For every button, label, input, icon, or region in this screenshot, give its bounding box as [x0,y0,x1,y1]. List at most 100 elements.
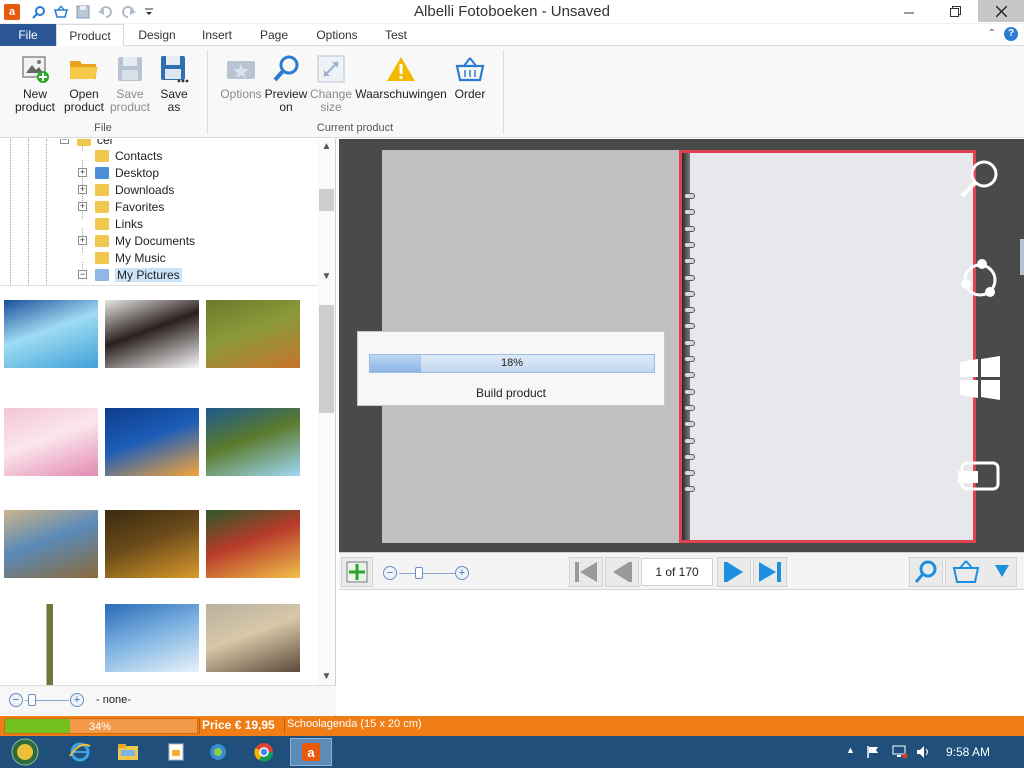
previous-page-button[interactable] [605,557,639,587]
photo-thumbnail-fox[interactable] [206,300,300,368]
photo-thumbnail-birds[interactable] [206,604,300,672]
binding-ring [684,307,695,314]
chrome-icon[interactable] [244,738,284,766]
folder-icon [95,234,109,247]
tree-item-desktop[interactable]: + Desktop [78,164,159,181]
file-explorer-icon[interactable] [108,738,148,766]
taskbar-clock[interactable]: 9:58 AM [946,745,990,759]
photo-thumbnail-waterfall[interactable] [206,408,300,476]
change-size-button[interactable]: Change size [307,52,355,124]
tab-page[interactable]: Page [250,24,298,46]
options-button[interactable]: Options [217,52,265,124]
tree-expand-icon[interactable]: + [78,185,87,194]
tab-options[interactable]: Options [308,24,366,46]
right-page[interactable] [679,150,976,543]
media-app-icon[interactable] [198,738,238,766]
start-button[interactable] [4,738,46,766]
photo-thumbnail-tree-sunlight[interactable] [206,510,300,578]
charm-devices-icon[interactable] [955,452,1005,502]
preview-button[interactable]: Preview on [262,52,310,124]
tree-expand-icon[interactable]: + [78,168,87,177]
last-page-button[interactable] [753,557,787,587]
zoom-out-icon[interactable]: − [383,566,397,580]
new-product-button[interactable]: New product [11,52,59,124]
tree-collapse-icon[interactable]: − [60,139,69,144]
tree-expand-icon[interactable]: + [78,236,87,245]
left-pane: − cel Contacts + Desktop + Downloads + F… [0,139,336,716]
binding-ring [684,372,695,379]
save-product-label: Save product [109,87,151,114]
action-center-flag-icon[interactable] [866,745,880,759]
photo-thumbnail-sunset-sea[interactable] [105,408,199,476]
scroll-down-icon[interactable]: ▼ [318,269,335,285]
open-product-button[interactable]: Open product [60,52,108,124]
tab-insert[interactable]: Insert [192,24,242,46]
tree-item-downloads[interactable]: + Downloads [78,181,174,198]
tree-item-favorites[interactable]: + Favorites [78,198,164,215]
collapse-ribbon-icon[interactable]: ⌃ [988,28,996,39]
zoom-out-icon[interactable]: − [9,693,23,707]
scrollbar-thumb[interactable] [319,305,334,413]
options-icon [224,52,258,86]
page-indicator[interactable]: 1 of 170 [641,558,713,586]
photo-thumbnail-white-lion[interactable] [105,300,199,368]
photo-thumbnail-dolphins[interactable] [4,300,98,368]
network-icon[interactable] [892,745,908,759]
binding-ring [684,470,695,477]
add-page-button[interactable] [341,557,373,587]
charm-search-icon[interactable] [955,155,1005,205]
tree-item-label: My Music [115,250,166,265]
zoom-slider-knob[interactable] [415,567,423,579]
order-button[interactable]: Order [446,52,494,124]
charm-start-icon[interactable] [955,353,1005,403]
resize-icon [314,52,348,86]
tree-item-label: Links [115,216,144,231]
order-cart-button[interactable] [945,557,1017,587]
photo-thumbnail-wooden-post[interactable] [4,604,98,685]
tree-item-my-music[interactable]: My Music [78,249,166,266]
help-icon[interactable]: ? [1004,27,1018,41]
tree-scrollbar[interactable]: ▲ ▼ [318,139,335,285]
app-shortcut-icon[interactable] [156,738,196,766]
tab-file[interactable]: File [0,24,56,46]
next-page-button[interactable] [717,557,751,587]
albelli-taskbar-icon[interactable]: a [290,738,332,766]
restore-button[interactable] [932,0,978,22]
volume-icon[interactable] [916,745,930,759]
status-progress-fill [5,719,71,733]
tab-product[interactable]: Product [56,24,124,47]
binding-ring [684,225,695,232]
scroll-down-icon[interactable]: ▼ [318,669,335,685]
first-page-button[interactable] [569,557,603,587]
tab-design[interactable]: Design [132,24,182,46]
zoom-in-icon[interactable]: + [455,566,469,580]
close-button[interactable] [978,0,1024,22]
photo-thumbnail-cherry-blossom[interactable] [4,408,98,476]
tree-item-my-documents[interactable]: + My Documents [78,232,195,249]
tree-item-links[interactable]: Links [78,215,143,232]
zoom-in-icon[interactable]: + [70,693,84,707]
zoom-track [399,573,455,574]
show-hidden-icons-icon[interactable]: ▲ [846,745,860,759]
photo-thumbnail-glacier[interactable] [105,604,199,672]
tree-collapse-icon[interactable]: − [78,270,87,279]
tree-expand-icon[interactable]: + [78,202,87,211]
new-product-icon [18,52,52,86]
tree-item-my-pictures[interactable]: − My Pictures [78,266,182,283]
save-product-button[interactable]: Save product [106,52,154,124]
internet-explorer-icon[interactable] [60,738,100,766]
tab-test[interactable]: Test [376,24,416,46]
warnings-button[interactable]: Waarschuwingen [355,52,447,124]
photo-thumbnail-autumn-forest[interactable] [105,510,199,578]
tree-item-contacts[interactable]: Contacts [78,147,162,164]
save-as-button[interactable]: Save as [150,52,198,124]
thumbnail-scrollbar[interactable]: ▼ [318,285,335,685]
preview-zoom-button[interactable] [909,557,943,587]
charm-share-icon[interactable] [955,253,1005,303]
ribbon-panel: New product Open product Save product Sa… [0,46,1024,138]
photo-thumbnail-riverside-city[interactable] [4,510,98,578]
zoom-slider-knob[interactable] [28,694,36,706]
scrollbar-thumb[interactable] [319,189,334,211]
scroll-up-icon[interactable]: ▲ [318,139,335,155]
minimize-button[interactable] [886,0,932,22]
